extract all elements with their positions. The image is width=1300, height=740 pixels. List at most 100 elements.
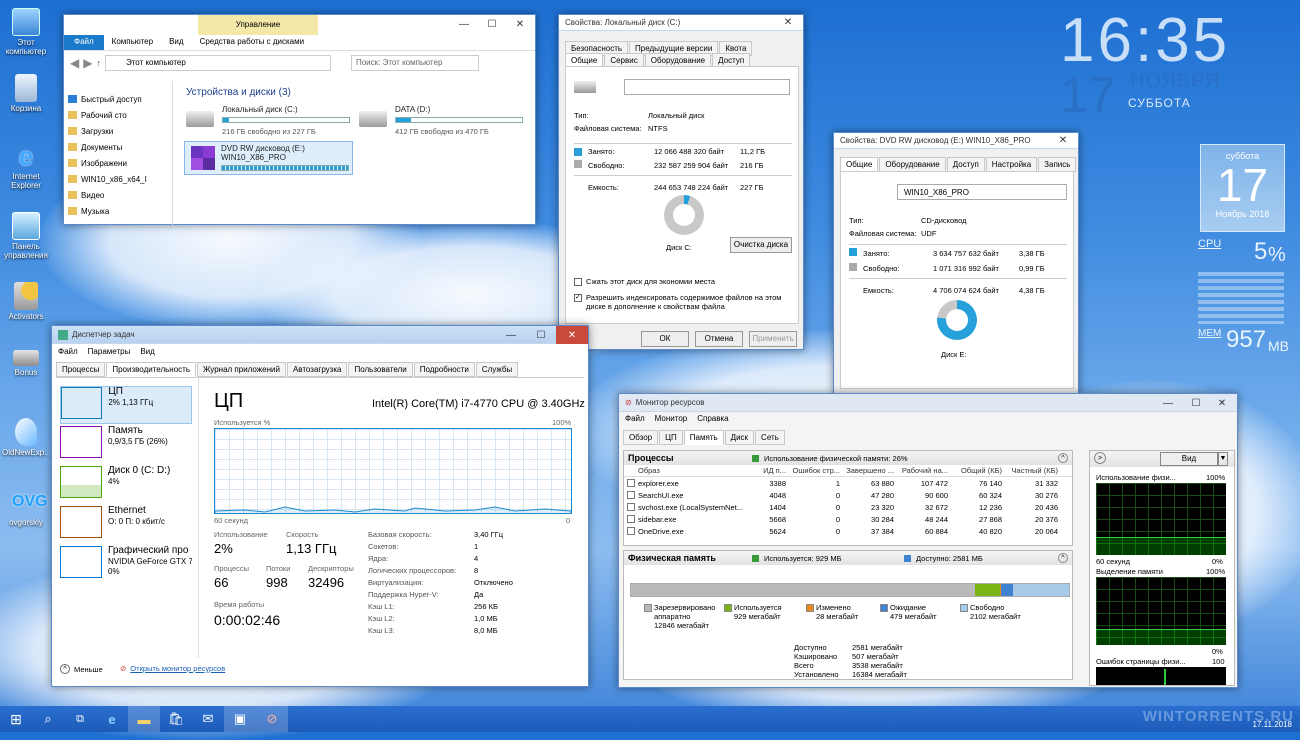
- properties-e-titlebar[interactable]: Свойства: DVD RW дисковод (E:) WIN10_X86…: [834, 133, 1078, 149]
- row-checkbox[interactable]: [627, 527, 635, 535]
- search-button[interactable]: ⌕: [32, 706, 64, 732]
- props-e-tab-2[interactable]: Доступ: [946, 157, 985, 172]
- tab-disk-tools[interactable]: Средства работы с дисками: [192, 35, 313, 50]
- menu-item[interactable]: Вид: [140, 347, 154, 356]
- minimize-button[interactable]: —: [498, 326, 524, 344]
- collapse-icon[interactable]: ^: [1058, 553, 1068, 563]
- column-header[interactable]: ИД п...: [748, 466, 786, 475]
- row-checkbox[interactable]: [627, 479, 635, 487]
- maximize-button[interactable]: ☐: [1183, 394, 1209, 412]
- volume-name-input[interactable]: WIN10_X86_PRO: [897, 184, 1067, 200]
- perf-item[interactable]: Ethernet О: 0 П: 0 кбит/с: [60, 506, 192, 544]
- ribbon-tab-manage[interactable]: Управление: [198, 15, 318, 35]
- close-button[interactable]: ✕: [1050, 133, 1076, 147]
- close-button[interactable]: ✕: [775, 15, 801, 29]
- desktop-icon-this-pc[interactable]: Этот компьютер: [2, 8, 50, 56]
- fewer-details-link[interactable]: ^ Меньше: [60, 664, 103, 674]
- column-header[interactable]: Частный (КБ): [1002, 466, 1058, 475]
- taskbar-edge[interactable]: e: [96, 706, 128, 732]
- resmon-tab-2[interactable]: Память: [683, 430, 724, 445]
- props-e-tab-0[interactable]: Общие: [840, 157, 879, 172]
- menu-item[interactable]: Справка: [697, 414, 728, 423]
- minimize-button[interactable]: —: [451, 15, 477, 33]
- cancel-button[interactable]: Отмена: [695, 331, 743, 347]
- resmon-tab-1[interactable]: ЦП: [659, 430, 683, 445]
- nav-item[interactable]: Быстрый доступ: [68, 91, 164, 107]
- taskbar-mail[interactable]: ✉: [192, 706, 224, 732]
- taskbar-resmon[interactable]: ⊘: [256, 706, 288, 732]
- taskmgr-tab-6[interactable]: Службы: [475, 362, 519, 377]
- search-box[interactable]: Поиск: Этот компьютер: [350, 55, 479, 71]
- desktop-icon-bonus[interactable]: Bonus: [2, 346, 50, 377]
- desktop-icon-recycle-bin[interactable]: Корзина: [2, 74, 50, 113]
- column-header[interactable]: Рабочий на...: [894, 466, 948, 475]
- desktop-icon-oldnewexp[interactable]: OldNewExp...: [2, 418, 51, 457]
- perf-item[interactable]: Диск 0 (C: D:) 4%: [60, 466, 192, 504]
- tab-file[interactable]: Файл: [64, 35, 104, 50]
- row-checkbox[interactable]: [627, 491, 635, 499]
- table-row[interactable]: svchost.exe (LocalSystemNet... 1404 0 23 32…: [624, 501, 1072, 513]
- desktop-icon-ovgorskiy[interactable]: OVG ovgorskiy: [2, 488, 50, 527]
- column-header[interactable]: Общий (КБ): [948, 466, 1002, 475]
- perf-item[interactable]: Память 0,9/3,5 ГБ (26%): [60, 426, 192, 464]
- close-button[interactable]: ✕: [556, 326, 588, 344]
- resmon-tab-3[interactable]: Диск: [724, 430, 755, 445]
- volume-name-input[interactable]: [624, 79, 790, 95]
- expand-icon[interactable]: >: [1094, 452, 1106, 464]
- collapse-icon[interactable]: ^: [1058, 453, 1068, 463]
- props-e-tab-1[interactable]: Оборудование: [879, 157, 946, 172]
- menu-item[interactable]: Файл: [625, 414, 645, 423]
- table-row[interactable]: OneDrive.exe 5624 0 37 384 60 884 40 820 20 06…: [624, 525, 1072, 537]
- taskmgr-titlebar[interactable]: Диспетчер задач — ☐ ✕: [52, 326, 588, 344]
- tab-view[interactable]: Вид: [161, 35, 191, 50]
- resmon-titlebar[interactable]: ⊘ Монитор ресурсов — ☐ ✕: [619, 394, 1237, 412]
- chevron-down-icon[interactable]: ▼: [1218, 452, 1228, 466]
- menu-item[interactable]: Монитор: [655, 414, 688, 423]
- props-e-tab-3[interactable]: Настройка: [985, 157, 1038, 172]
- nav-item[interactable]: Рабочий сто: [68, 107, 164, 123]
- disk-cleanup-button[interactable]: Очистка диска: [730, 237, 792, 253]
- drive-e[interactable]: DVD RW дисковод (E:) WIN10_X86_PRO: [184, 141, 353, 175]
- row-checkbox[interactable]: [627, 515, 635, 523]
- properties-e-window[interactable]: Свойства: DVD RW дисковод (E:) WIN10_X86…: [833, 132, 1079, 394]
- taskmgr-tab-3[interactable]: Автозагрузка: [286, 362, 348, 377]
- taskbar-explorer[interactable]: ▬: [128, 706, 160, 732]
- maximize-button[interactable]: ☐: [479, 15, 505, 33]
- minimize-button[interactable]: —: [1155, 394, 1181, 412]
- close-button[interactable]: ✕: [1209, 394, 1235, 412]
- drive-c[interactable]: Локальный диск (C:) 216 ГБ свободно из 2…: [186, 105, 356, 136]
- column-header[interactable]: Завершено ...: [840, 466, 894, 475]
- nav-item[interactable]: Видео: [68, 187, 164, 203]
- nav-item[interactable]: Музыка: [68, 203, 164, 219]
- apply-button[interactable]: Применить: [749, 331, 797, 347]
- index-checkbox[interactable]: ✓: [574, 294, 582, 302]
- close-button[interactable]: ✕: [507, 15, 533, 33]
- column-header[interactable]: Ошибок стр...: [786, 466, 840, 475]
- nav-item[interactable]: Изображени: [68, 155, 164, 171]
- resource-monitor-window[interactable]: ⊘ Монитор ресурсов — ☐ ✕ Файл Монитор Справка…: [618, 393, 1238, 688]
- row-checkbox[interactable]: [627, 503, 635, 511]
- taskmgr-tab-1[interactable]: Производительность: [106, 362, 196, 377]
- compress-checkbox[interactable]: [574, 278, 582, 286]
- up-icon[interactable]: ↑: [96, 58, 101, 68]
- start-button[interactable]: ⊞: [0, 706, 32, 732]
- properties-c-window[interactable]: Свойства: Локальный диск (C:) ✕ Безопасно…: [558, 14, 804, 350]
- back-icon[interactable]: ◀: [70, 56, 79, 70]
- table-row[interactable]: SearchUI.exe 4048 0 47 280 90 600 60 324 30 27…: [624, 489, 1072, 501]
- perf-item[interactable]: Графический проNVIDIA GeForce GTX 7500%: [60, 546, 192, 584]
- nav-item[interactable]: Документы: [68, 139, 164, 155]
- desktop-icon-activators[interactable]: Activators: [2, 282, 50, 321]
- table-row[interactable]: sidebar.exe 5668 0 30 284 48 244 27 868 20 376: [624, 513, 1072, 525]
- tab-computer[interactable]: Компьютер: [104, 35, 161, 50]
- ok-button[interactable]: ОК: [641, 331, 689, 347]
- table-row[interactable]: explorer.exe 3388 1 63 880 107 472 76 140 31 3…: [624, 477, 1072, 489]
- desktop-icon-ie[interactable]: e Internet Explorer: [2, 142, 50, 190]
- properties-c-titlebar[interactable]: Свойства: Локальный диск (C:) ✕: [559, 15, 803, 31]
- props-e-tab-4[interactable]: Запись: [1038, 157, 1077, 172]
- explorer-titlebar[interactable]: Управление — ☐ ✕: [64, 15, 535, 35]
- physical-memory-header[interactable]: Физическая память Используется: 929 МБ Д…: [624, 551, 1072, 565]
- open-resource-monitor-link[interactable]: ⊘ Открыть монитор ресурсов: [120, 664, 225, 673]
- taskmgr-tab-0[interactable]: Процессы: [56, 362, 106, 377]
- taskbar-store[interactable]: 🛍: [160, 706, 192, 732]
- taskmgr-tab-5[interactable]: Подробности: [413, 362, 475, 377]
